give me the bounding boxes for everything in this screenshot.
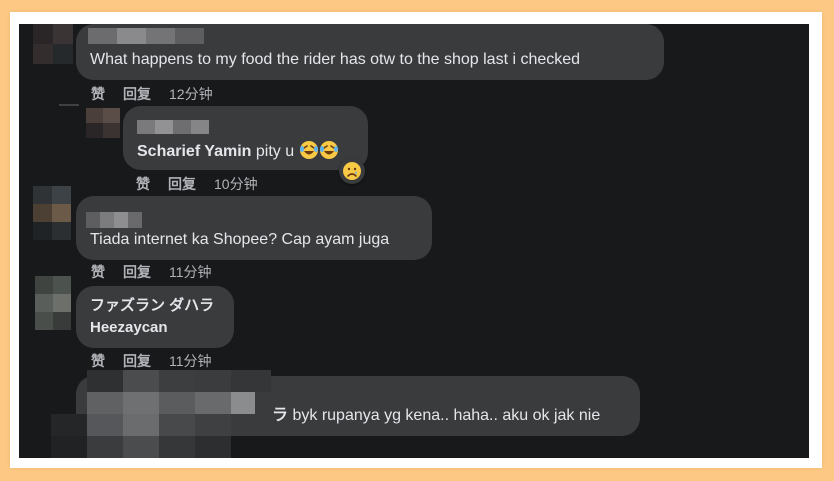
comment-bubble: What happens to my food the rider has ot… xyxy=(76,24,664,80)
comment-actions: 赞 回复 11分钟 xyxy=(91,351,212,371)
avatar[interactable] xyxy=(35,276,71,330)
blurred-author-name[interactable] xyxy=(86,212,142,228)
comment-text: byk rupanya yg kena.. haha.. aku ok jak … xyxy=(292,407,601,424)
comment-text: Heezaycan xyxy=(90,319,168,336)
reply-button[interactable]: 回复 xyxy=(123,353,151,369)
avatar[interactable] xyxy=(33,186,71,240)
blurred-author-name[interactable] xyxy=(137,120,209,134)
laughing-crying-emoji-icon xyxy=(319,140,339,160)
like-button[interactable]: 赞 xyxy=(91,264,105,280)
tagged-name[interactable]: Scharief Yamin xyxy=(137,143,251,160)
timestamp[interactable]: 12分钟 xyxy=(169,86,213,102)
timestamp[interactable]: 10分钟 xyxy=(214,176,258,192)
like-button[interactable]: 赞 xyxy=(91,86,105,102)
reply-button[interactable]: 回复 xyxy=(168,176,196,192)
timestamp[interactable]: 11分钟 xyxy=(169,353,212,369)
comment-text: What happens to my food the rider has ot… xyxy=(90,51,581,68)
avatar[interactable] xyxy=(33,24,73,64)
sad-reaction-icon[interactable] xyxy=(339,158,365,184)
comment-thread: What happens to my food the rider has ot… xyxy=(19,24,809,458)
comment-text: pity u xyxy=(255,143,295,160)
like-button[interactable]: 赞 xyxy=(136,176,150,192)
laughing-crying-emoji-icon xyxy=(299,140,319,160)
comment-bubble: ファズラン ダハラ Heezaycan xyxy=(76,286,234,348)
avatar[interactable] xyxy=(86,108,120,138)
comment-bubble: Tiada internet ka Shopee? Cap ayam juga xyxy=(76,196,432,260)
comment-bubble: Scharief Yamin pity u xyxy=(123,106,368,170)
comment-actions: 赞 回复 12分钟 xyxy=(91,84,213,104)
comment-text: Tiada internet ka Shopee? Cap ayam juga xyxy=(90,231,390,248)
timestamp[interactable]: 11分钟 xyxy=(169,264,212,280)
comment-actions: 赞 回复 10分钟 xyxy=(136,174,258,194)
comment-actions: 赞 回复 11分钟 xyxy=(91,262,212,282)
reply-button[interactable]: 回复 xyxy=(123,86,151,102)
author-name[interactable]: ファズラン ダハラ xyxy=(90,296,214,316)
author-name-fragment[interactable]: ラ xyxy=(272,407,288,424)
blurred-author-name[interactable] xyxy=(88,28,204,44)
blurred-avatar-and-name[interactable] xyxy=(51,370,271,458)
reply-button[interactable]: 回复 xyxy=(123,264,151,280)
like-button[interactable]: 赞 xyxy=(91,353,105,369)
reply-connector xyxy=(59,104,79,130)
